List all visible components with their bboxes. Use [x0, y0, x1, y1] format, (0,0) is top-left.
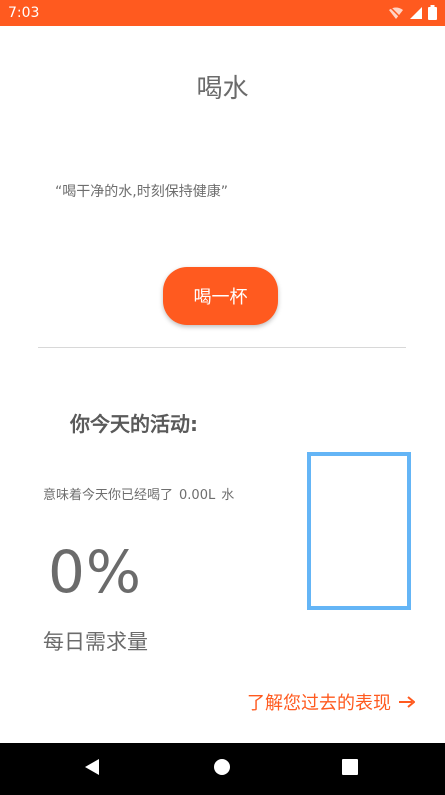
- battery-icon: [428, 5, 437, 24]
- drank-amount: 0.00L: [179, 488, 216, 503]
- daily-percent: 0%: [48, 538, 143, 606]
- drank-today-text: 意味着今天你已经喝了 0.00L 水: [43, 484, 234, 503]
- divider: [38, 347, 406, 348]
- signal-icon: [409, 5, 423, 24]
- past-performance-label: 了解您过去的表现: [247, 693, 391, 714]
- motto-quote: “喝干净的水,时刻保持健康”: [55, 184, 228, 200]
- home-icon: [213, 758, 231, 780]
- daily-need-label: 每日需求量: [43, 630, 148, 654]
- status-bar: 7:03: [0, 0, 445, 26]
- recents-button[interactable]: [320, 743, 380, 795]
- drank-unit: 水: [221, 488, 235, 503]
- arrow-right-icon: [399, 692, 416, 713]
- drank-prefix: 意味着今天你已经喝了: [43, 488, 174, 503]
- past-performance-link[interactable]: 了解您过去的表现: [247, 689, 416, 715]
- water-glass: [307, 452, 411, 610]
- wifi-off-icon: [388, 5, 404, 24]
- back-button[interactable]: [62, 743, 122, 795]
- activity-heading: 你今天的活动:: [70, 412, 198, 436]
- back-icon: [84, 758, 100, 780]
- system-nav-bar: [0, 743, 445, 795]
- drink-a-glass-button[interactable]: 喝一杯: [163, 267, 278, 325]
- status-time: 7:03: [8, 5, 40, 21]
- page-title: 喝水: [196, 74, 249, 104]
- home-button[interactable]: [192, 743, 252, 795]
- recents-icon: [342, 759, 358, 779]
- status-icons: [388, 5, 437, 24]
